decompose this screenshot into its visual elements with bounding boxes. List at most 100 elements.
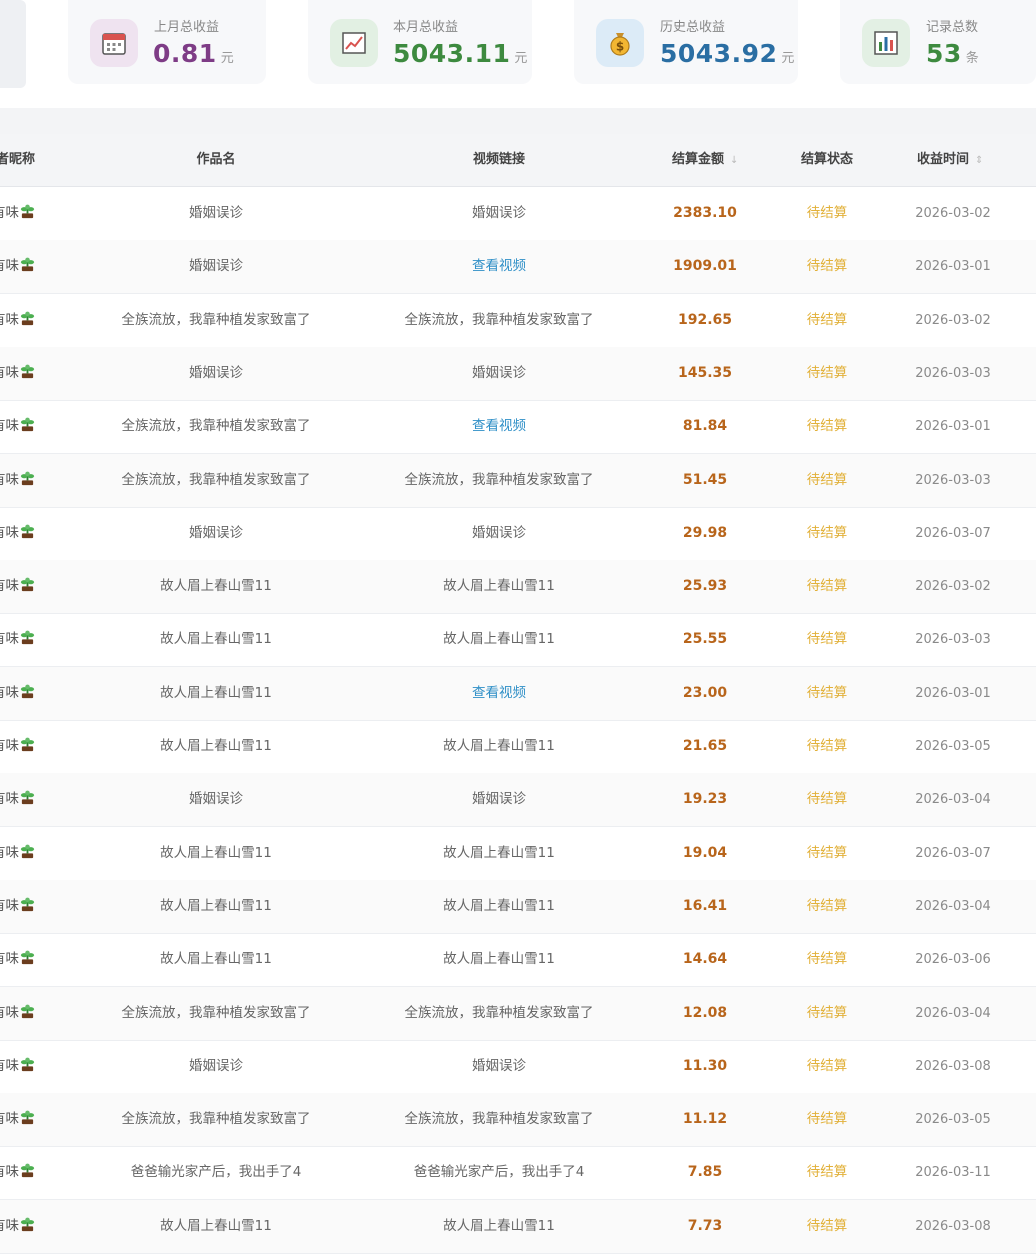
sort-icon[interactable]: ⇕ bbox=[975, 155, 983, 166]
cell-work-name: 故人眉上春山雪11 bbox=[160, 738, 272, 754]
cell-date: 2026-03-02 bbox=[915, 579, 991, 595]
cell-work-name: 故人眉上春山雪11 bbox=[160, 631, 272, 648]
column-header-amount[interactable]: 结算金额 ↓ bbox=[672, 134, 738, 186]
column-header-work: 作品名 bbox=[196, 152, 236, 167]
stat-card-history: $ 历史总收益 5043.92 元 bbox=[574, 0, 798, 84]
cell-amount: 11.30 bbox=[682, 1057, 728, 1074]
status-badge: 待结算 bbox=[806, 205, 848, 221]
cell-amount: 145.35 bbox=[677, 364, 733, 381]
cell-date: 2026-03-04 bbox=[915, 1005, 991, 1021]
status-badge: 待结算 bbox=[806, 364, 848, 381]
cell-work-name: 故人眉上春山雪11 bbox=[160, 684, 272, 701]
status-badge: 待结算 bbox=[806, 1057, 848, 1074]
cell-date: 2026-03-03 bbox=[915, 365, 991, 381]
plant-icon bbox=[20, 1217, 35, 1231]
plant-icon bbox=[20, 737, 35, 752]
table-row: 有味 婚姻误诊 婚姻误诊 11.30 待结算 2026-03-08 bbox=[0, 1040, 1036, 1094]
cell-work-name: 婚姻误诊 bbox=[189, 364, 243, 381]
cell-video-link: 全族流放，我靠种植发家致富了 bbox=[404, 1004, 594, 1021]
stat-label: 本月总收益 bbox=[393, 20, 459, 35]
cell-date: 2026-03-04 bbox=[915, 792, 991, 808]
cell-work-name: 婚姻误诊 bbox=[189, 205, 243, 221]
stat-card-last-month: 上月总收益 0.81 元 bbox=[68, 0, 266, 84]
sort-desc-icon[interactable]: ↓ bbox=[730, 155, 738, 166]
cell-amount: 81.84 bbox=[682, 418, 728, 435]
plant-icon bbox=[20, 524, 35, 538]
view-video-link[interactable]: 查看视频 bbox=[472, 400, 526, 453]
cell-nickname: 有味 bbox=[0, 560, 35, 613]
status-badge: 待结算 bbox=[806, 1111, 848, 1128]
cell-video-link: 故人眉上春山雪11 bbox=[443, 631, 555, 648]
cell-work-name: 全族流放，我靠种植发家致富了 bbox=[121, 1004, 311, 1021]
cell-nickname: 有味 bbox=[0, 1093, 35, 1146]
cell-amount: 25.55 bbox=[682, 631, 728, 648]
stat-value: 5043.11 元 bbox=[393, 39, 528, 68]
cell-amount: 11.12 bbox=[682, 1111, 728, 1128]
view-video-link[interactable]: 查看视频 bbox=[472, 667, 526, 720]
view-video-link[interactable]: 查看视频 bbox=[472, 240, 526, 293]
table-row: 有味 婚姻误诊 查看视频 1909.01 待结算 2026-03-01 bbox=[0, 240, 1036, 295]
cell-amount: 23.00 bbox=[682, 684, 728, 701]
plant-icon bbox=[20, 790, 35, 805]
plant-icon bbox=[20, 577, 35, 592]
cell-work-name: 全族流放，我靠种植发家致富了 bbox=[121, 311, 311, 328]
stat-label: 记录总数 bbox=[926, 20, 979, 35]
status-badge: 待结算 bbox=[806, 844, 848, 861]
cell-date: 2026-03-07 bbox=[915, 525, 991, 541]
stat-card-records: 记录总数 53 条 bbox=[840, 0, 1036, 84]
status-badge: 待结算 bbox=[806, 1217, 848, 1234]
table-row: 有味 婚姻误诊 婚姻误诊 19.23 待结算 2026-03-04 bbox=[0, 773, 1036, 828]
cell-work-name: 婚姻误诊 bbox=[189, 524, 243, 541]
cell-nickname: 有味 bbox=[0, 240, 35, 293]
cell-work-name: 婚姻误诊 bbox=[189, 791, 243, 808]
cell-nickname: 有味 bbox=[0, 507, 35, 560]
table-row: 有味 婚姻误诊 婚姻误诊 2383.10 待结算 2026-03-02 bbox=[0, 187, 1036, 241]
cell-nickname: 有味 bbox=[0, 667, 35, 720]
table-row: 有味 故人眉上春山雪11 故人眉上春山雪11 25.55 待结算 2026-03-03 bbox=[0, 613, 1036, 668]
cell-video-link: 全族流放，我靠种植发家致富了 bbox=[404, 311, 594, 328]
cell-amount: 21.65 bbox=[682, 738, 728, 754]
table-row: 有味 全族流放，我靠种植发家致富了 查看视频 81.84 待结算 2026-03-01 bbox=[0, 400, 1036, 455]
cell-nickname: 有味 bbox=[0, 613, 35, 666]
status-badge: 待结算 bbox=[806, 578, 848, 595]
cell-nickname: 有味 bbox=[0, 294, 35, 347]
cell-work-name: 婚姻误诊 bbox=[189, 258, 243, 275]
status-badge: 待结算 bbox=[806, 684, 848, 701]
table-row: 有味 故人眉上春山雪11 故人眉上春山雪11 21.65 待结算 2026-03-05 bbox=[0, 720, 1036, 774]
status-badge: 待结算 bbox=[806, 631, 848, 648]
cell-video-link: 婚姻误诊 bbox=[472, 364, 526, 381]
cell-date: 2026-03-01 bbox=[915, 419, 991, 435]
cell-nickname: 有味 bbox=[0, 1040, 35, 1093]
cell-nickname: 有味 bbox=[0, 933, 35, 986]
status-badge: 待结算 bbox=[806, 738, 848, 754]
cell-amount: 19.04 bbox=[682, 844, 728, 861]
cell-video-link: 全族流放，我靠种植发家致富了 bbox=[404, 471, 594, 488]
cell-amount: 12.08 bbox=[682, 1004, 728, 1021]
column-header-video: 视频链接 bbox=[472, 152, 526, 167]
plant-icon bbox=[20, 364, 35, 378]
cell-video-link: 故人眉上春山雪11 bbox=[443, 738, 555, 754]
cell-date: 2026-03-06 bbox=[915, 952, 991, 968]
cell-amount: 1909.01 bbox=[673, 258, 737, 275]
cell-nickname: 有味 bbox=[0, 827, 35, 880]
cell-amount: 7.85 bbox=[687, 1164, 723, 1181]
cell-video-link: 婚姻误诊 bbox=[472, 791, 526, 808]
cell-date: 2026-03-05 bbox=[915, 1112, 991, 1128]
status-badge: 待结算 bbox=[806, 258, 848, 275]
status-badge: 待结算 bbox=[806, 1004, 848, 1021]
cell-nickname: 有味 bbox=[0, 720, 35, 773]
cell-nickname: 有味 bbox=[0, 400, 35, 453]
status-badge: 待结算 bbox=[806, 524, 848, 541]
column-header-time[interactable]: 收益时间 ⇕ bbox=[917, 134, 983, 186]
stat-value: 0.81 元 bbox=[153, 39, 235, 68]
cell-amount: 16.41 bbox=[682, 897, 728, 914]
plant-icon bbox=[20, 257, 35, 272]
cell-video-link: 婚姻误诊 bbox=[472, 1057, 526, 1074]
cell-work-name: 爸爸输光家产后，我出手了4 bbox=[130, 1164, 302, 1181]
cell-date: 2026-03-03 bbox=[915, 632, 991, 648]
cell-nickname: 有味 bbox=[0, 987, 35, 1040]
cell-amount: 14.64 bbox=[682, 951, 728, 968]
table-row: 有味 故人眉上春山雪11 故人眉上春山雪11 16.41 待结算 2026-03-04 bbox=[0, 879, 1036, 934]
plant-icon bbox=[20, 1163, 35, 1178]
plant-icon bbox=[20, 950, 35, 965]
